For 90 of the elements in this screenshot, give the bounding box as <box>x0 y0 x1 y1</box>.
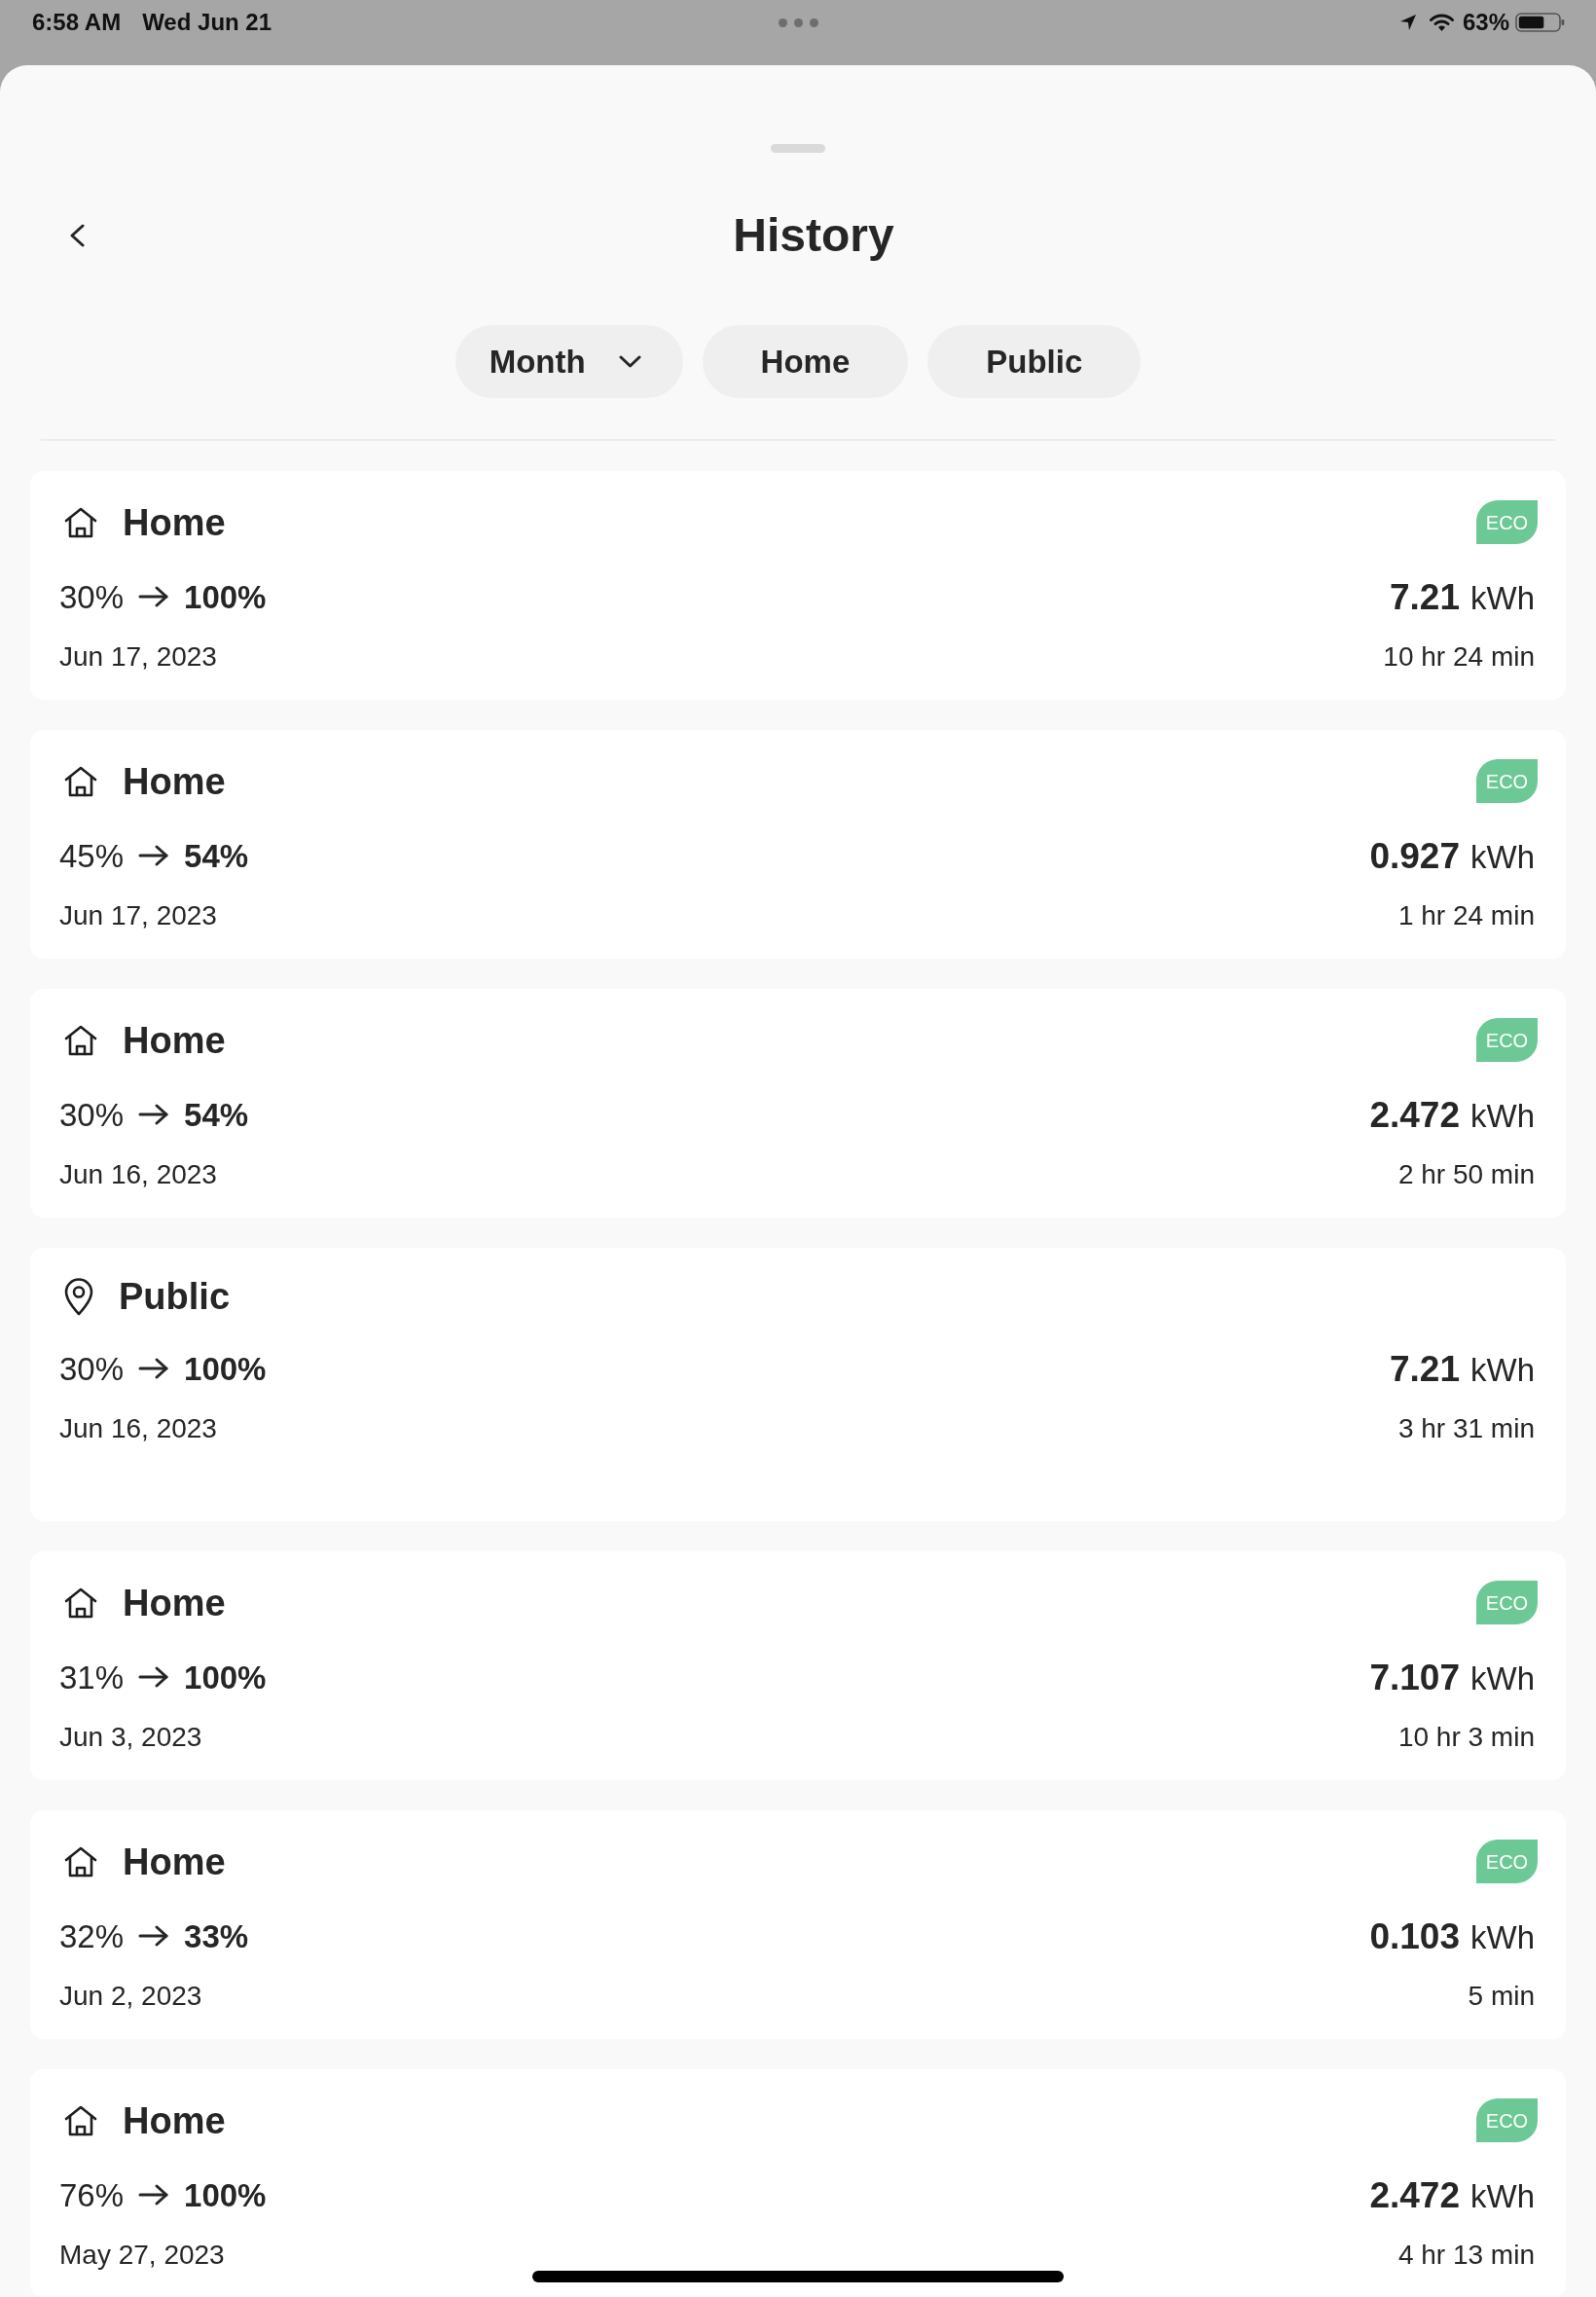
energy-unit: kWh <box>1470 1353 1535 1386</box>
wifi-icon <box>1428 13 1455 32</box>
house-icon <box>63 1586 98 1620</box>
chevron-down-icon <box>618 355 641 368</box>
status-time: 6:58 AM <box>32 8 122 37</box>
session-title: Home <box>123 1844 226 1878</box>
charge-end: 54% <box>184 1098 249 1131</box>
energy-value: 7.107 <box>1369 1659 1460 1695</box>
arrow-icon <box>138 1357 170 1380</box>
session-title: Home <box>123 1023 226 1057</box>
charge-start: 76% <box>59 2178 125 2211</box>
house-icon <box>63 505 98 539</box>
session-date: Jun 17, 2023 <box>59 640 217 674</box>
filter-chip[interactable]: Home <box>702 325 909 398</box>
session-card[interactable]: Home ECO 45% 54% 0.927 kWh Jun 17, 2023 1 hr 24 min <box>30 730 1566 959</box>
house-icon <box>63 764 98 798</box>
eco-badge: ECO <box>1476 2098 1538 2142</box>
eco-badge: ECO <box>1476 1581 1538 1624</box>
energy-value: 2.472 <box>1369 2176 1460 2213</box>
house-icon <box>63 2103 98 2137</box>
session-card[interactable]: Public 30% 100% 7.21 kWh Jun 16, 2023 3 hr 31 min <box>30 1248 1566 1521</box>
energy-unit: kWh <box>1470 581 1535 614</box>
eco-badge: ECO <box>1476 1018 1538 1062</box>
session-duration: 4 hr 13 min <box>1397 2239 1535 2272</box>
house-icon <box>63 1844 98 1878</box>
session-title: Home <box>123 1586 226 1620</box>
session-card[interactable]: Home ECO 30% 54% 2.472 kWh Jun 16, 2023 2 hr 50 min <box>30 989 1566 1218</box>
charge-end: 100% <box>184 580 267 613</box>
session-duration: 5 min <box>1468 1980 1535 2013</box>
session-duration: 1 hr 24 min <box>1397 899 1535 932</box>
sheet-handle[interactable] <box>771 144 825 153</box>
charge-end: 100% <box>184 1660 267 1694</box>
charge-end: 33% <box>184 1919 249 1952</box>
arrow-icon <box>138 585 170 608</box>
energy-value: 7.21 <box>1390 1350 1460 1387</box>
charge-end: 100% <box>184 2178 267 2211</box>
location-pin-icon <box>63 1277 94 1316</box>
session-card[interactable]: Home ECO 76% 100% 2.472 kWh May 27, 2023 4 hr 13 min <box>30 2069 1566 2297</box>
arrow-icon <box>138 2183 170 2206</box>
location-arrow-icon <box>1398 14 1417 31</box>
session-duration: 2 hr 50 min <box>1397 1158 1535 1191</box>
session-card[interactable]: Home ECO 32% 33% 0.103 kWh Jun 2, 2023 5 min <box>30 1810 1566 2039</box>
charge-start: 45% <box>59 839 125 872</box>
session-title: Public <box>119 1280 231 1313</box>
status-date: Wed Jun 21 <box>142 8 272 37</box>
eco-badge: ECO <box>1476 500 1538 544</box>
session-duration: 10 hr 3 min <box>1397 1721 1535 1754</box>
energy-unit: kWh <box>1470 840 1535 873</box>
eco-badge: ECO <box>1476 1840 1538 1883</box>
session-title: Home <box>123 505 226 539</box>
charge-end: 54% <box>184 839 249 872</box>
eco-badge: ECO <box>1476 759 1538 803</box>
charge-start: 32% <box>59 1919 125 1952</box>
session-duration: 3 hr 31 min <box>1397 1412 1535 1445</box>
session-date: May 27, 2023 <box>59 2239 225 2272</box>
arrow-icon <box>138 844 170 867</box>
energy-value: 2.472 <box>1369 1096 1460 1133</box>
house-icon <box>63 1023 98 1057</box>
session-date: Jun 16, 2023 <box>59 1412 217 1445</box>
session-card[interactable]: Home ECO 31% 100% 7.107 kWh Jun 3, 2023 10 hr 3 min <box>30 1551 1566 1780</box>
energy-unit: kWh <box>1470 1920 1535 1953</box>
session-card[interactable]: Home ECO 30% 100% 7.21 kWh Jun 17, 2023 10 hr 24 min <box>30 471 1566 700</box>
filter-chip[interactable]: Public <box>927 325 1142 398</box>
energy-unit: kWh <box>1470 1099 1535 1132</box>
charge-start: 30% <box>59 1098 125 1131</box>
page-title: History <box>733 212 894 259</box>
energy-unit: kWh <box>1470 2179 1535 2212</box>
charge-start: 30% <box>59 1352 125 1385</box>
session-date: Jun 16, 2023 <box>59 1158 217 1191</box>
back-icon[interactable] <box>69 224 86 248</box>
battery-percent: 63% <box>1462 8 1509 37</box>
session-title: Home <box>123 2103 226 2137</box>
session-title: Home <box>123 764 226 798</box>
battery-icon <box>1515 13 1565 32</box>
session-date: Jun 2, 2023 <box>59 1980 202 2013</box>
energy-value: 0.927 <box>1369 837 1460 874</box>
filter-dropdown[interactable]: Month <box>454 325 683 398</box>
energy-value: 7.21 <box>1390 578 1460 615</box>
energy-value: 0.103 <box>1369 1917 1460 1954</box>
charge-start: 31% <box>59 1660 125 1694</box>
charge-end: 100% <box>184 1352 267 1385</box>
session-date: Jun 17, 2023 <box>59 899 217 932</box>
session-date: Jun 3, 2023 <box>59 1721 202 1754</box>
dots-icon[interactable] <box>779 18 818 27</box>
energy-unit: kWh <box>1470 1661 1535 1695</box>
charge-start: 30% <box>59 580 125 613</box>
arrow-icon <box>138 1103 170 1126</box>
arrow-icon <box>138 1665 170 1689</box>
session-duration: 10 hr 24 min <box>1383 640 1535 674</box>
arrow-icon <box>138 1924 170 1948</box>
